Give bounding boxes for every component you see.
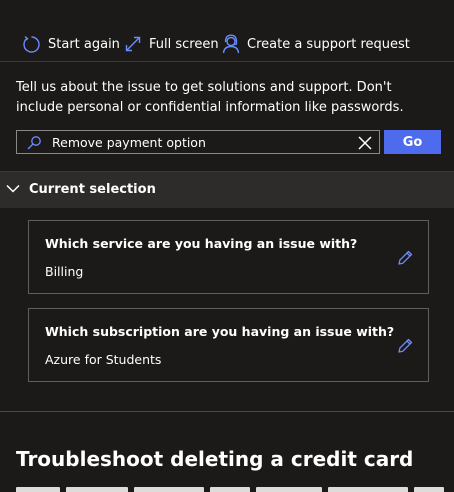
selection-answer: Azure for Students [45, 352, 162, 367]
selection-question: Which service are you having an issue wi… [45, 236, 358, 251]
refresh-icon [23, 35, 40, 53]
full-screen-button[interactable]: Full screen [124, 33, 219, 55]
intro-text: Tell us about the issue to get solutions… [16, 80, 404, 115]
toolbar: Start again Full screen Create a support… [0, 0, 454, 62]
edit-pencil-icon[interactable] [396, 249, 414, 267]
start-again-label: Start again [48, 36, 120, 52]
selection-question: Which subscription are you having an iss… [45, 324, 395, 339]
search-input[interactable] [52, 133, 342, 151]
selection-card-service: Which service are you having an issue wi… [28, 220, 429, 294]
create-support-request-button[interactable]: Create a support request [222, 33, 410, 55]
go-button[interactable]: Go [384, 130, 441, 154]
search-box [16, 130, 380, 154]
start-again-button[interactable]: Start again [22, 33, 120, 55]
expand-icon [125, 36, 141, 52]
support-page: Start again Full screen Create a support… [0, 0, 454, 492]
article-heading: Troubleshoot deleting a credit card [16, 447, 414, 471]
create-support-request-label: Create a support request [247, 36, 410, 52]
full-screen-label: Full screen [149, 36, 219, 52]
selection-answer: Billing [45, 264, 84, 279]
current-selection-title: Current selection [29, 182, 156, 197]
clear-icon[interactable] [358, 136, 372, 150]
divider [0, 411, 454, 412]
current-selection-header[interactable]: Current selection [0, 171, 454, 208]
article-body-cutoff [16, 484, 454, 492]
edit-pencil-icon[interactable] [396, 337, 414, 355]
search-icon [27, 136, 41, 150]
support-person-icon [222, 34, 240, 54]
chevron-down-icon [6, 184, 20, 193]
selection-card-subscription: Which subscription are you having an iss… [28, 308, 429, 382]
